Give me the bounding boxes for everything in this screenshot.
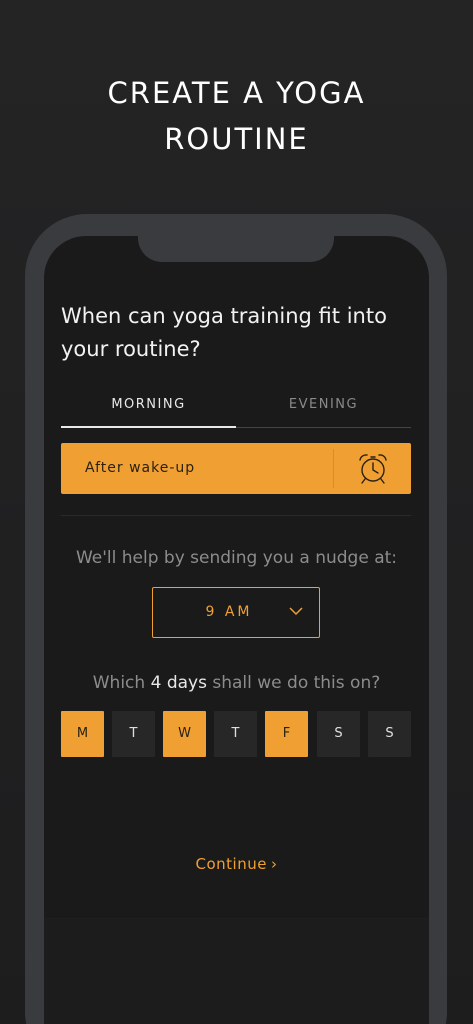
nudge-time-dropdown[interactable]: 9 AM: [152, 587, 320, 638]
nudge-time-value: 9 AM: [205, 604, 253, 620]
day-sunday[interactable]: S: [368, 711, 411, 757]
continue-button[interactable]: Continue ›: [44, 855, 429, 873]
day-monday[interactable]: M: [61, 711, 104, 757]
time-slot-label: After wake-up: [85, 460, 196, 476]
alarm-clock-icon: [359, 454, 387, 484]
days-question-suffix: shall we do this on?: [206, 673, 381, 693]
tab-morning[interactable]: MORNING: [61, 392, 236, 428]
title-line-1: CREATE A YOGA: [107, 76, 366, 110]
time-of-day-tabs: MORNING EVENING: [61, 392, 411, 428]
nudge-text: We'll help by sending you a nudge at:: [75, 548, 398, 568]
day-thursday[interactable]: T: [214, 711, 257, 757]
phone-notch: [138, 232, 334, 262]
title-line-2: ROUTINE: [164, 122, 309, 156]
slot-divider: [333, 449, 334, 488]
chevron-right-icon: ›: [270, 855, 278, 873]
day-saturday[interactable]: S: [317, 711, 360, 757]
onboarding-screen: CREATE A YOGA ROUTINE When can yoga trai…: [0, 0, 473, 1024]
time-slot-after-wake-up[interactable]: After wake-up: [61, 443, 411, 494]
section-divider: [61, 515, 411, 516]
day-tuesday[interactable]: T: [112, 711, 155, 757]
continue-label: Continue: [195, 855, 267, 873]
days-question-prefix: Which: [92, 673, 151, 693]
days-count: 4 days: [150, 673, 207, 693]
screen-bottom-area: [44, 918, 429, 1024]
day-selector: M T W T F S S: [61, 711, 411, 757]
tab-evening[interactable]: EVENING: [236, 392, 411, 428]
routine-question: When can yoga training fit into your rou…: [61, 304, 387, 361]
day-friday[interactable]: F: [265, 711, 308, 757]
days-question: Which 4 days shall we do this on?: [44, 673, 429, 693]
day-wednesday[interactable]: W: [163, 711, 206, 757]
page-title: CREATE A YOGA ROUTINE: [0, 70, 473, 162]
chevron-down-icon: [289, 607, 303, 616]
